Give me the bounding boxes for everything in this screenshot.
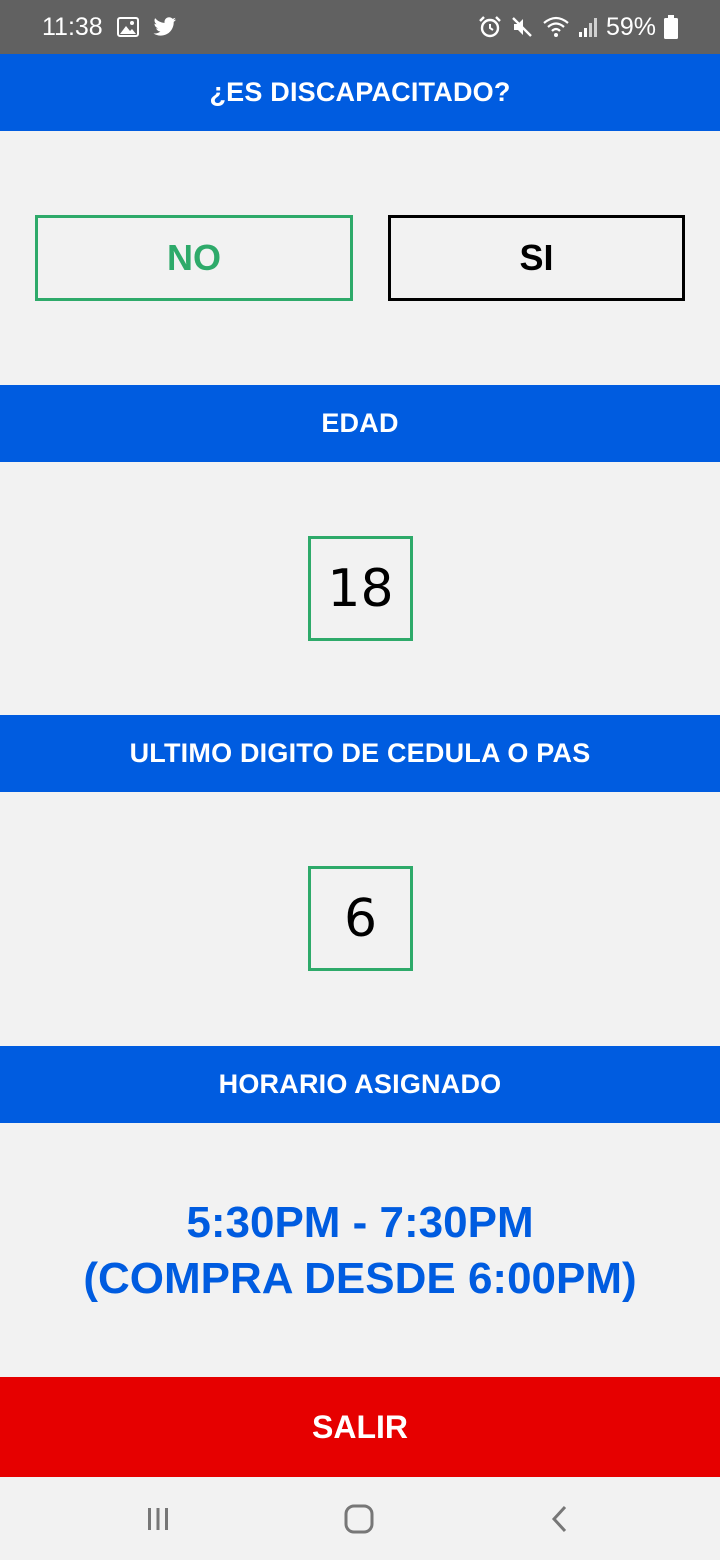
- id-digit-value-box[interactable]: 6: [308, 866, 413, 971]
- age-value-box[interactable]: 18: [308, 536, 413, 641]
- mute-icon: [510, 15, 534, 39]
- no-button[interactable]: NO: [35, 215, 353, 301]
- schedule-header: HORARIO ASIGNADO: [0, 1046, 720, 1123]
- age-header: EDAD: [0, 385, 720, 462]
- twitter-icon: [153, 17, 177, 37]
- home-icon[interactable]: [339, 1499, 379, 1539]
- status-time: 11:38: [42, 12, 103, 41]
- image-icon: [116, 17, 139, 37]
- navigation-bar: [0, 1477, 720, 1560]
- disability-header: ¿ES DISCAPACITADO?: [0, 54, 720, 131]
- status-bar: 11:38 59%: [0, 0, 720, 54]
- si-button[interactable]: SI: [388, 215, 685, 301]
- status-right: 59%: [478, 13, 678, 42]
- battery-text: 59%: [605, 12, 656, 41]
- status-left: 11:38: [42, 13, 177, 42]
- wifi-icon: [542, 15, 570, 39]
- battery-icon: [664, 15, 678, 39]
- recent-apps-icon[interactable]: [138, 1499, 178, 1539]
- back-icon[interactable]: [540, 1499, 580, 1539]
- signal-icon: [578, 16, 598, 38]
- exit-button[interactable]: SALIR: [0, 1377, 720, 1477]
- id-digit-header: ULTIMO DIGITO DE CEDULA O PAS: [0, 715, 720, 792]
- schedule-time-range: 5:30PM - 7:30PM: [186, 1198, 534, 1247]
- alarm-icon: [478, 15, 502, 39]
- schedule-purchase-note: (COMPRA DESDE 6:00PM): [83, 1254, 637, 1303]
- schedule-text: 5:30PM - 7:30PM (COMPRA DESDE 6:00PM): [0, 1195, 720, 1307]
